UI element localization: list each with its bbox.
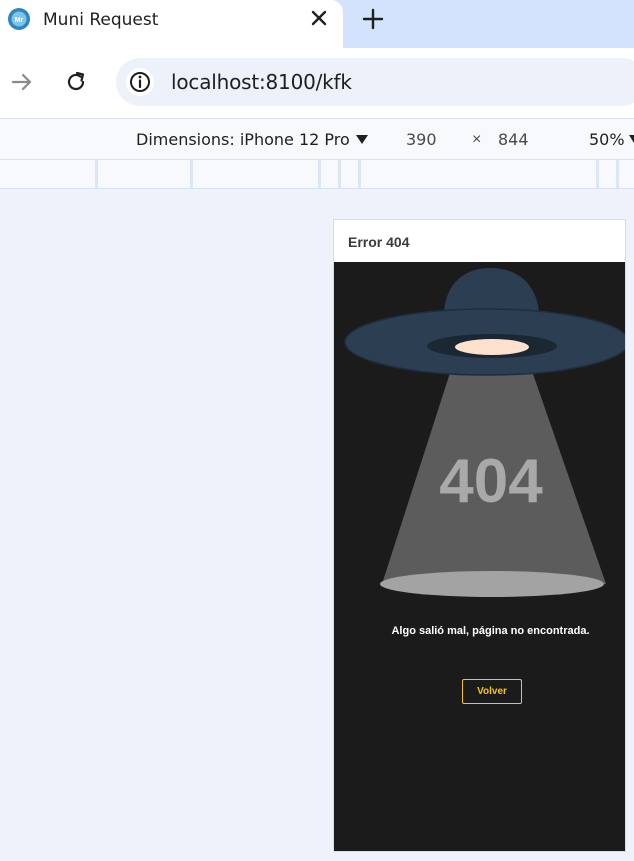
svg-text:Mr: Mr xyxy=(15,17,24,24)
zoom-select[interactable]: 50% xyxy=(589,130,625,149)
ufo-illustration: 404 xyxy=(344,268,625,597)
ruler-tick xyxy=(318,160,321,188)
browser-tab[interactable]: Mr Muni Request xyxy=(0,0,343,48)
reload-icon[interactable] xyxy=(62,68,90,96)
browser-toolbar: localhost:8100/kfk xyxy=(0,48,634,118)
info-icon[interactable] xyxy=(126,68,154,96)
media-query-ruler[interactable] xyxy=(0,159,634,189)
width-input[interactable]: 390 xyxy=(406,130,437,149)
ruler-tick xyxy=(596,160,599,188)
error-message: Algo salió mal, página no encontrada. xyxy=(391,625,590,637)
error-code: 404 xyxy=(439,447,543,516)
arrow-right-icon[interactable] xyxy=(8,68,36,96)
times-sign: × xyxy=(472,131,482,148)
height-input[interactable]: 844 xyxy=(498,130,529,149)
device-select[interactable]: Dimensions: iPhone 12 Pro xyxy=(136,130,350,149)
device-screen: Error 404 404 Algo salió mal, página no … xyxy=(333,219,626,852)
ruler-tick xyxy=(338,160,341,188)
caret-down-icon[interactable] xyxy=(629,135,634,145)
plus-icon[interactable] xyxy=(360,6,386,32)
ruler-tick xyxy=(95,160,98,188)
close-icon[interactable] xyxy=(308,7,330,29)
ufo-dome xyxy=(444,268,539,312)
device-toolbar: Dimensions: iPhone 12 Pro 390 × 844 50% xyxy=(0,118,634,159)
ruler-tick xyxy=(190,160,193,188)
ufo-light xyxy=(455,339,529,355)
caret-down-icon[interactable] xyxy=(356,135,368,145)
back-button[interactable]: Volver xyxy=(462,679,522,704)
muni-request-logo-icon: Mr xyxy=(8,8,30,30)
page-title: Error 404 xyxy=(348,234,410,250)
beam-base xyxy=(380,571,604,597)
tab-strip: Mr Muni Request xyxy=(0,0,634,48)
url-text[interactable]: localhost:8100/kfk xyxy=(171,70,352,94)
ruler-tick xyxy=(358,160,361,188)
app-header: Error 404 xyxy=(334,220,625,262)
tab-title: Muni Request xyxy=(43,10,159,30)
address-bar[interactable]: localhost:8100/kfk xyxy=(116,58,634,106)
ruler-tick xyxy=(616,160,619,188)
